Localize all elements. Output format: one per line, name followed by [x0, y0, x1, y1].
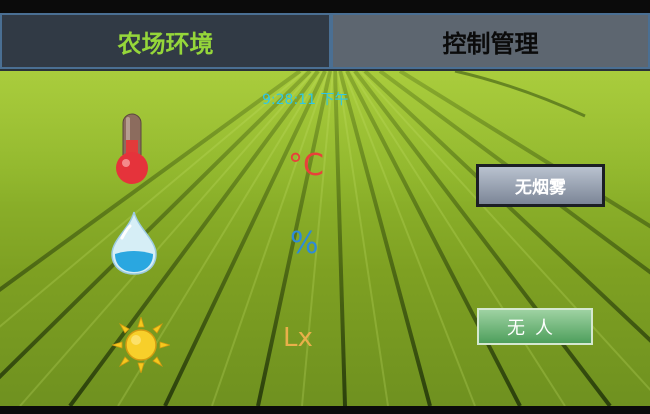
clock-display: 9:28:11 下午 — [262, 92, 349, 108]
tab-bar: 农场环境 控制管理 — [0, 13, 650, 71]
tab-farm-environment[interactable]: 农场环境 — [0, 13, 331, 69]
app-screen: 农场环境 控制管理 9:28:11 下午 °C % Lx 无烟雾 无人 — [0, 0, 650, 414]
smoke-status-button[interactable]: 无烟雾 — [476, 164, 605, 207]
thermometer-icon — [112, 112, 152, 190]
water-drop-icon — [108, 210, 160, 280]
sun-icon — [110, 315, 172, 377]
crop-rows — [0, 71, 650, 406]
bottom-bezel — [0, 406, 650, 414]
person-status-button[interactable]: 无人 — [477, 308, 593, 345]
temperature-unit: °C — [288, 148, 324, 183]
humidity-unit: % — [290, 226, 319, 261]
tab-control-management[interactable]: 控制管理 — [331, 13, 650, 69]
rice-field-background — [0, 71, 650, 406]
light-unit: Lx — [283, 323, 313, 353]
